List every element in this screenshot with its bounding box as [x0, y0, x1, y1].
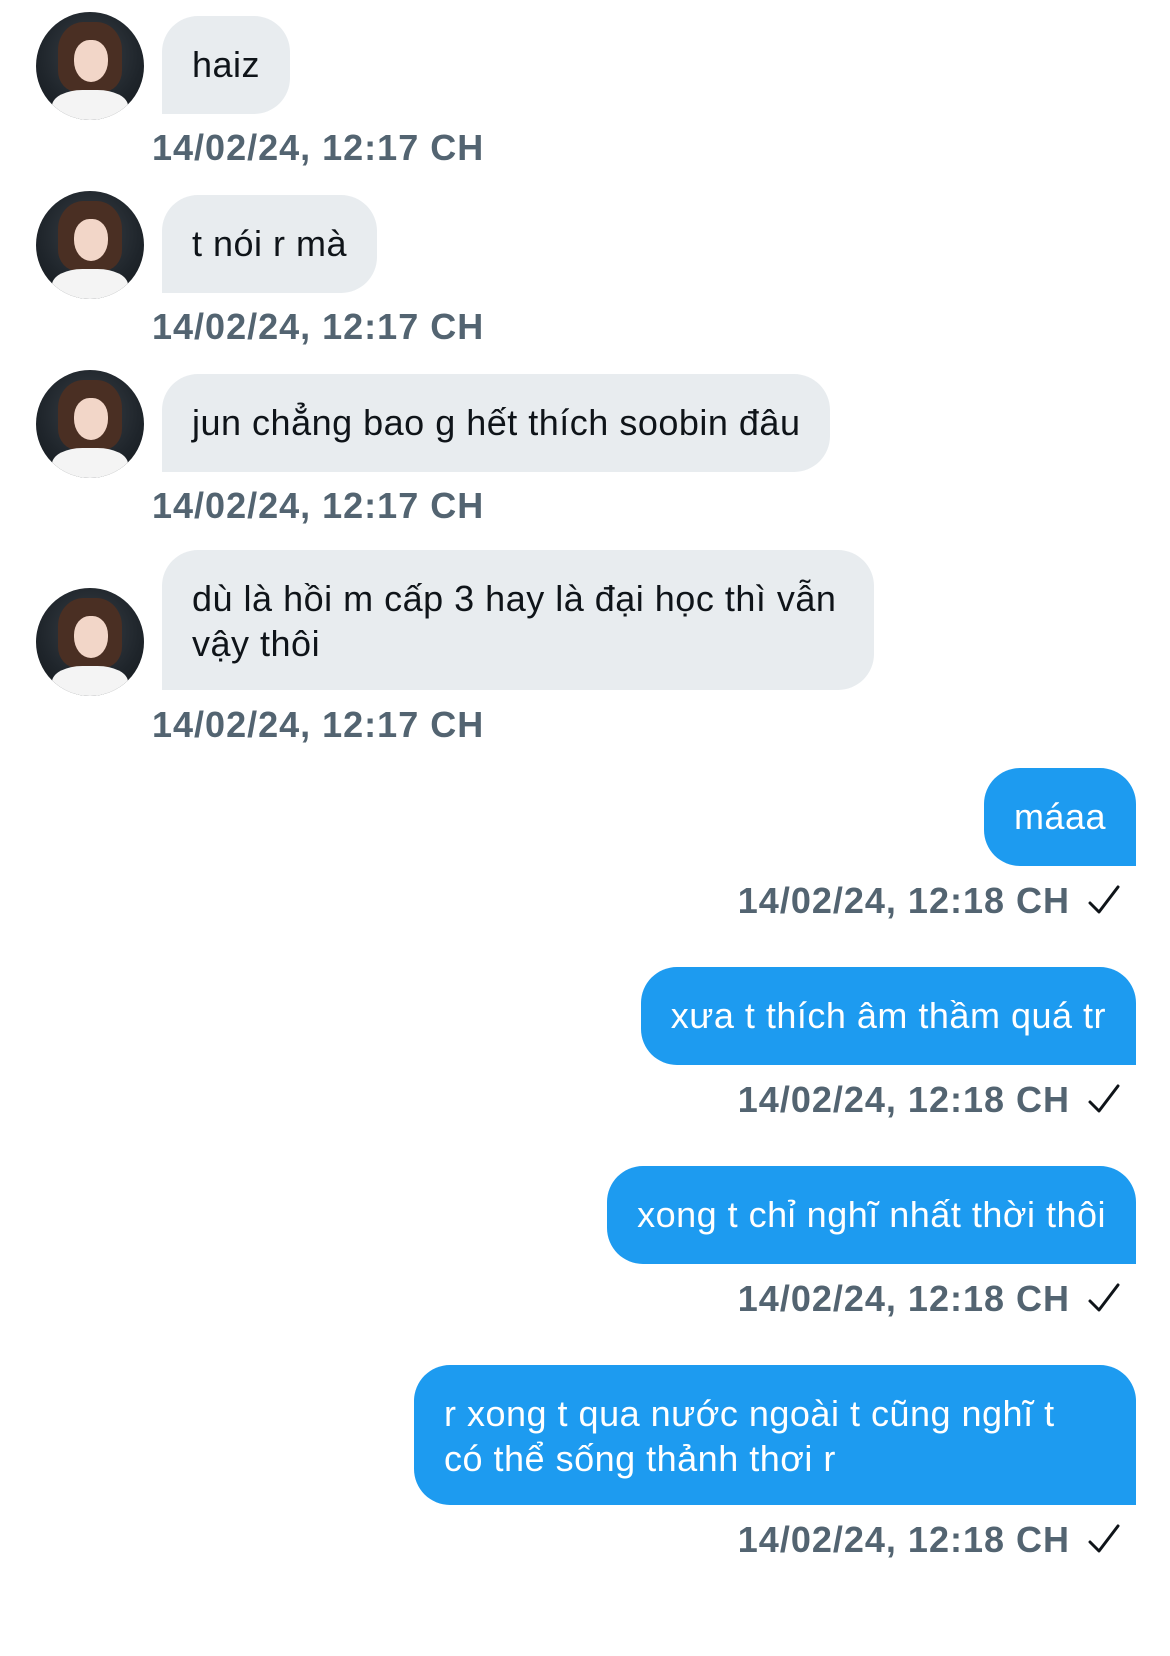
checkmark-icon	[1088, 885, 1120, 914]
outgoing-message-bubble[interactable]: xưa t thích âm thầm quá tr	[640, 967, 1136, 1065]
incoming-message-bubble[interactable]: jun chẳng bao g hết thích soobin đâu	[162, 374, 831, 472]
message-timestamp: 14/02/24, 12:18 CH	[737, 880, 1070, 921]
outgoing-message-bubble[interactable]: r xong t qua nước ngoài t cũng nghĩ t có…	[414, 1365, 1136, 1505]
incoming-message-bubble[interactable]: dù là hồi m cấp 3 hay là đại học thì vẫn…	[162, 550, 874, 690]
avatar[interactable]	[36, 191, 144, 299]
message-timestamp: 14/02/24, 12:18 CH	[737, 1278, 1070, 1319]
avatar[interactable]	[36, 12, 144, 120]
avatar[interactable]	[36, 588, 144, 696]
checkmark-icon	[1088, 1524, 1120, 1553]
incoming-message-bubble[interactable]: t nói r mà	[162, 195, 378, 293]
outgoing-message-bubble[interactable]: máaa	[983, 768, 1136, 866]
outgoing-message-bubble[interactable]: xong t chỉ nghĩ nhất thời thôi	[607, 1166, 1136, 1264]
message-timestamp: 14/02/24, 12:18 CH	[737, 1079, 1070, 1120]
incoming-message-bubble[interactable]: haiz	[162, 16, 291, 114]
message-timestamp: 14/02/24, 12:18 CH	[737, 1519, 1070, 1560]
message-timestamp: 14/02/24, 12:17 CH	[152, 485, 485, 526]
message-timestamp: 14/02/24, 12:17 CH	[152, 306, 485, 347]
checkmark-icon	[1088, 1084, 1120, 1113]
avatar[interactable]	[36, 370, 144, 478]
message-timestamp: 14/02/24, 12:17 CH	[152, 704, 485, 745]
checkmark-icon	[1088, 1283, 1120, 1312]
message-timestamp: 14/02/24, 12:17 CH	[152, 127, 485, 168]
